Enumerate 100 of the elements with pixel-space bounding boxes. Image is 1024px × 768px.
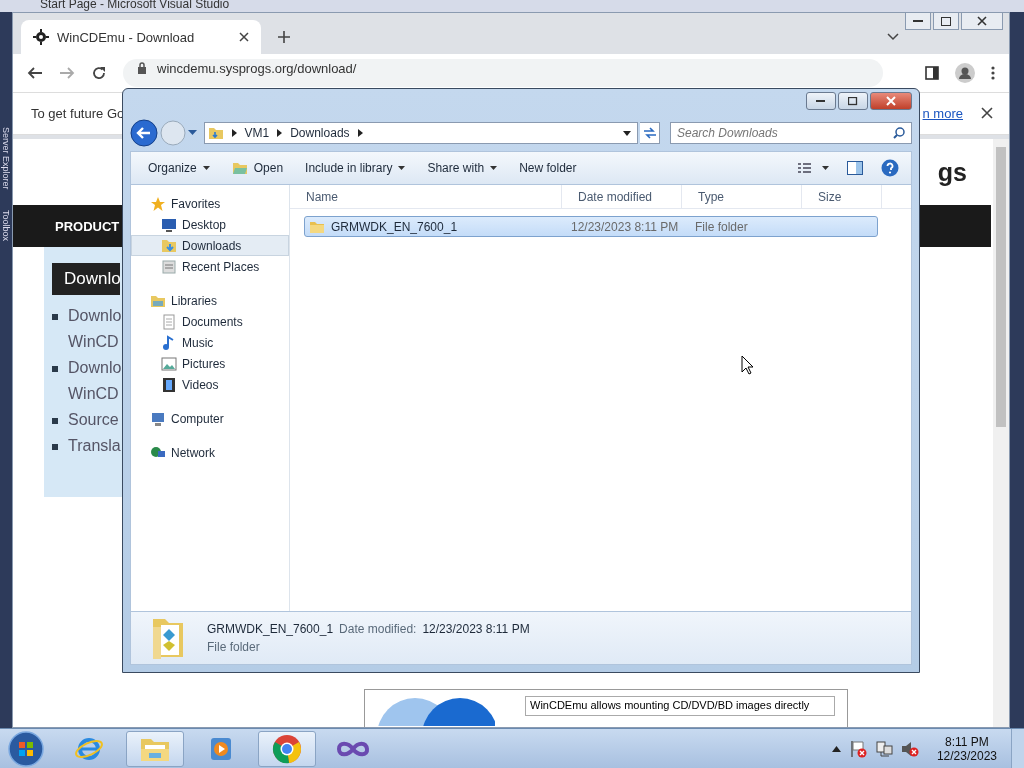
toolbar-button[interactable]: Include in library (305, 161, 406, 175)
close-icon[interactable] (239, 32, 249, 43)
dropdown-arrow-icon[interactable] (623, 130, 632, 136)
column-header[interactable]: Name (290, 185, 562, 208)
pane-icon (847, 161, 863, 175)
computer-icon (150, 410, 166, 427)
nav-item[interactable]: Music (131, 332, 289, 353)
refresh-button[interactable] (640, 122, 660, 144)
arrow-right-icon[interactable] (231, 129, 237, 137)
network-icon[interactable] (874, 739, 893, 758)
search-icon[interactable] (893, 127, 905, 139)
learn-more-link[interactable]: n more (922, 105, 963, 121)
column-header[interactable]: Date modified (562, 185, 682, 208)
side-tab[interactable]: Toolbox (1, 209, 11, 241)
window-title: Start Page - Microsoft Visual Studio (40, 0, 230, 11)
maximize-button[interactable] (933, 13, 959, 30)
preview-pane-button[interactable] (847, 161, 863, 175)
sidebar-link[interactable]: Source (68, 407, 119, 433)
window-icon (161, 258, 177, 275)
table-cell-text: 12/23/2023 8:11 PM (570, 219, 680, 234)
start-button[interactable] (8, 730, 44, 767)
nav-item[interactable]: Desktop (131, 214, 289, 235)
detail-name: GRMWDK_EN_7600_1 (207, 622, 334, 636)
bullet-icon (52, 314, 58, 320)
profile-icon[interactable] (955, 63, 975, 83)
flag-icon[interactable] (848, 739, 867, 758)
minimize-button[interactable] (905, 13, 931, 30)
help-icon (881, 159, 899, 177)
toolbar-button[interactable]: New folder (519, 161, 577, 175)
arrow-right-icon[interactable] (277, 129, 283, 137)
folder-icon (309, 219, 325, 234)
nav-item[interactable]: Downloads (131, 235, 289, 256)
address-bar[interactable]: VM1 Downloads (203, 122, 639, 144)
play-icon (208, 735, 234, 762)
view-options-button[interactable] (797, 162, 829, 174)
breadcrumb[interactable]: Downloads (290, 126, 350, 140)
lock-icon (137, 62, 147, 74)
nav-link[interactable]: PRODUCT (55, 218, 120, 234)
sidebar-link[interactable]: Downlo WinCD (68, 303, 122, 355)
site-logo[interactable]: gs (937, 157, 967, 187)
column-header[interactable]: Size (802, 185, 882, 208)
nav-item[interactable]: Documents (131, 311, 289, 332)
mouse-pointer-icon (741, 355, 754, 375)
reload-icon[interactable] (91, 65, 107, 81)
close-button[interactable] (961, 13, 1003, 30)
back-icon[interactable] (130, 119, 158, 147)
sidebar-link[interactable]: Transla (68, 433, 121, 459)
bullet-icon (52, 444, 58, 450)
side-tab[interactable]: Server Explorer (1, 127, 11, 190)
clock[interactable]: 8:11 PM 12/23/2023 (936, 734, 997, 763)
maximize-icon (848, 96, 858, 106)
folder-icon (161, 237, 177, 254)
close-icon (886, 96, 896, 106)
close-icon[interactable] (981, 107, 993, 120)
sidebar-link[interactable]: Downlo WinCD (68, 355, 122, 407)
search-field[interactable]: Search Downloads (670, 122, 912, 144)
close-button[interactable] (870, 92, 912, 110)
minimize-button[interactable] (806, 92, 836, 110)
taskbar-app[interactable] (126, 730, 184, 767)
new-tab-icon[interactable] (277, 30, 291, 45)
breadcrumb[interactable]: VM1 (244, 126, 270, 140)
toolbar-button[interactable]: Share with (427, 161, 498, 175)
toolbar-button[interactable]: Open (231, 161, 284, 175)
nav-item[interactable]: Libraries (131, 290, 289, 311)
back-icon[interactable] (27, 65, 43, 81)
nav-item[interactable]: Favorites (131, 193, 289, 214)
chevron-down-icon[interactable] (887, 33, 899, 41)
minimize-icon (816, 99, 826, 103)
maximize-icon (941, 16, 951, 26)
image-icon (161, 355, 177, 372)
help-button[interactable] (881, 159, 899, 177)
detail-value: 12/23/2023 8:11 PM (422, 622, 530, 636)
star-icon (150, 195, 166, 212)
bullet-icon (52, 418, 58, 424)
side-panel-icon[interactable] (925, 66, 939, 80)
list-view-icon (797, 162, 829, 174)
file-row[interactable]: GRMWDK_EN_7600_1 12/23/2023 8:11 PM File folder (304, 216, 878, 237)
bullet-icon (52, 366, 58, 372)
address-bar[interactable]: wincdemu.sysprogs.org/download/ (123, 59, 883, 87)
arrow-right-icon[interactable] (357, 129, 363, 137)
toolbar-button[interactable]: Organize (148, 161, 210, 175)
browser-icon (272, 733, 302, 764)
scrollbar[interactable] (993, 139, 1009, 727)
gear-icon (33, 29, 49, 46)
maximize-button[interactable] (838, 92, 868, 110)
nav-item[interactable]: Videos (131, 374, 289, 395)
menu-icon[interactable] (991, 66, 995, 80)
detail-type: File folder (207, 640, 261, 654)
nav-item[interactable]: Network (131, 442, 289, 463)
speaker-muted-icon[interactable] (900, 739, 919, 758)
nav-item[interactable]: Pictures (131, 353, 289, 374)
nav-item[interactable]: Computer (131, 408, 289, 429)
taskbar-app[interactable] (258, 730, 316, 767)
monitor-icon (161, 216, 177, 233)
column-header[interactable]: Type (682, 185, 802, 208)
show-hidden-icons-icon[interactable] (831, 745, 841, 752)
folder-icon (231, 161, 248, 175)
folder-icon (207, 126, 224, 140)
nav-item[interactable]: Recent Places (131, 256, 289, 277)
browser-tab[interactable]: WinCDEmu - Download (21, 20, 261, 55)
